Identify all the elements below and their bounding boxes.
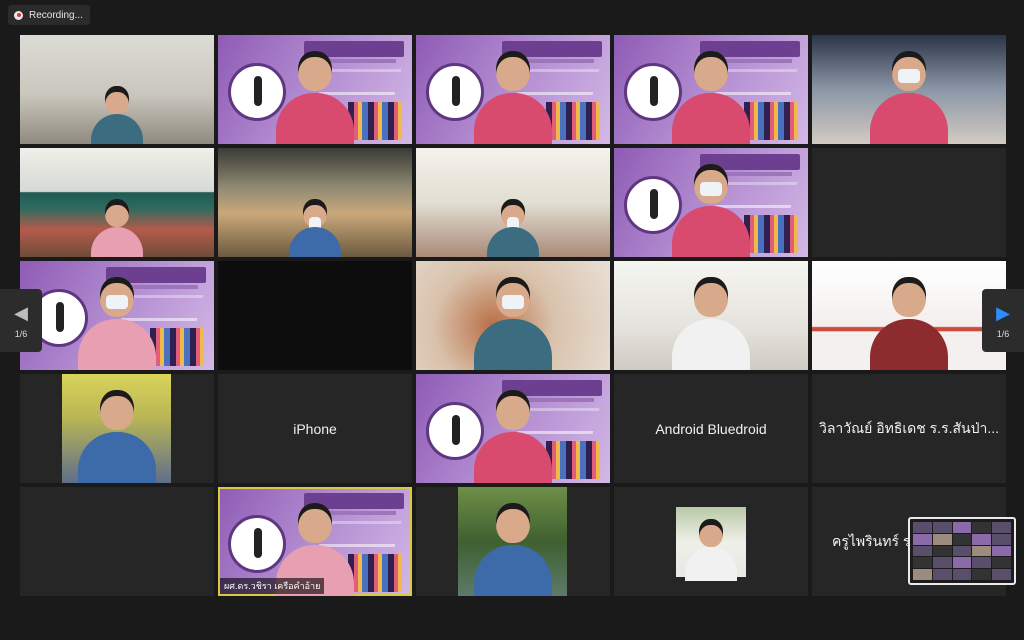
participant-name: ครูไพรินทร์ ร <box>832 532 911 549</box>
video-tile-dark[interactable] <box>218 261 412 370</box>
recording-indicator[interactable]: Recording... <box>8 5 90 25</box>
video-tile[interactable] <box>614 487 808 596</box>
video-tile-empty[interactable] <box>20 487 214 596</box>
video-tile[interactable] <box>416 261 610 370</box>
participant-name: วิลาวัณย์ อิทธิเดช ร.ร.สันป่า... <box>818 419 1000 436</box>
participant-video <box>87 84 147 144</box>
next-page-button[interactable]: ▶ 1/6 <box>982 289 1024 352</box>
participant-video <box>62 374 171 483</box>
video-tile[interactable] <box>614 148 808 257</box>
video-tile[interactable] <box>218 148 412 257</box>
chevron-left-icon: ◀ <box>14 302 28 323</box>
video-tile-name-only[interactable]: วิลาวัณย์ อิทธิเดช ร.ร.สันป่า... <box>812 374 1006 483</box>
video-tile-name-only[interactable]: iPhone <box>218 374 412 483</box>
participant-video <box>483 197 543 257</box>
video-tile[interactable] <box>416 487 610 596</box>
video-tile[interactable] <box>218 35 412 144</box>
participant-video <box>468 275 558 370</box>
video-tile[interactable] <box>812 261 1006 370</box>
video-tile-active-speaker[interactable]: ผศ.ดร.วชิรา เครือคำอ้าย <box>218 487 412 596</box>
video-gallery: iPhone Android Bluedroid วิลาวัณย์ อิทธิ… <box>20 35 1006 596</box>
gallery-thumbnail-preview[interactable] <box>908 517 1016 585</box>
participant-video <box>864 275 954 370</box>
participant-video <box>676 507 746 581</box>
participant-video <box>468 388 558 483</box>
video-tile[interactable] <box>20 374 214 483</box>
video-tile[interactable] <box>20 148 214 257</box>
participant-name-label: ผศ.ดร.วชิรา เครือคำอ้าย <box>220 578 325 594</box>
video-tile[interactable] <box>416 35 610 144</box>
participant-name: iPhone <box>293 420 337 437</box>
participant-video <box>72 275 162 370</box>
video-tile[interactable] <box>614 35 808 144</box>
participant-video <box>285 197 345 257</box>
page-indicator: 1/6 <box>14 328 28 339</box>
record-icon <box>14 10 23 20</box>
participant-video <box>666 275 756 370</box>
video-tile[interactable] <box>20 35 214 144</box>
participant-video <box>666 162 756 257</box>
video-tile[interactable] <box>20 261 214 370</box>
participant-video <box>87 197 147 257</box>
participant-video <box>270 49 360 144</box>
video-tile-empty[interactable] <box>812 148 1006 257</box>
chevron-right-icon: ▶ <box>996 302 1010 323</box>
participant-video <box>468 49 558 144</box>
participant-video <box>666 49 756 144</box>
recording-label: Recording... <box>29 9 83 21</box>
video-tile-name-only[interactable]: Android Bluedroid <box>614 374 808 483</box>
video-tile[interactable] <box>416 148 610 257</box>
video-tile[interactable] <box>812 35 1006 144</box>
video-tile[interactable] <box>614 261 808 370</box>
participant-video <box>864 49 954 144</box>
participant-video <box>458 487 567 596</box>
participant-name: Android Bluedroid <box>655 420 767 437</box>
previous-page-button[interactable]: ◀ 1/6 <box>0 289 42 352</box>
page-indicator: 1/6 <box>996 328 1010 339</box>
video-tile[interactable] <box>416 374 610 483</box>
